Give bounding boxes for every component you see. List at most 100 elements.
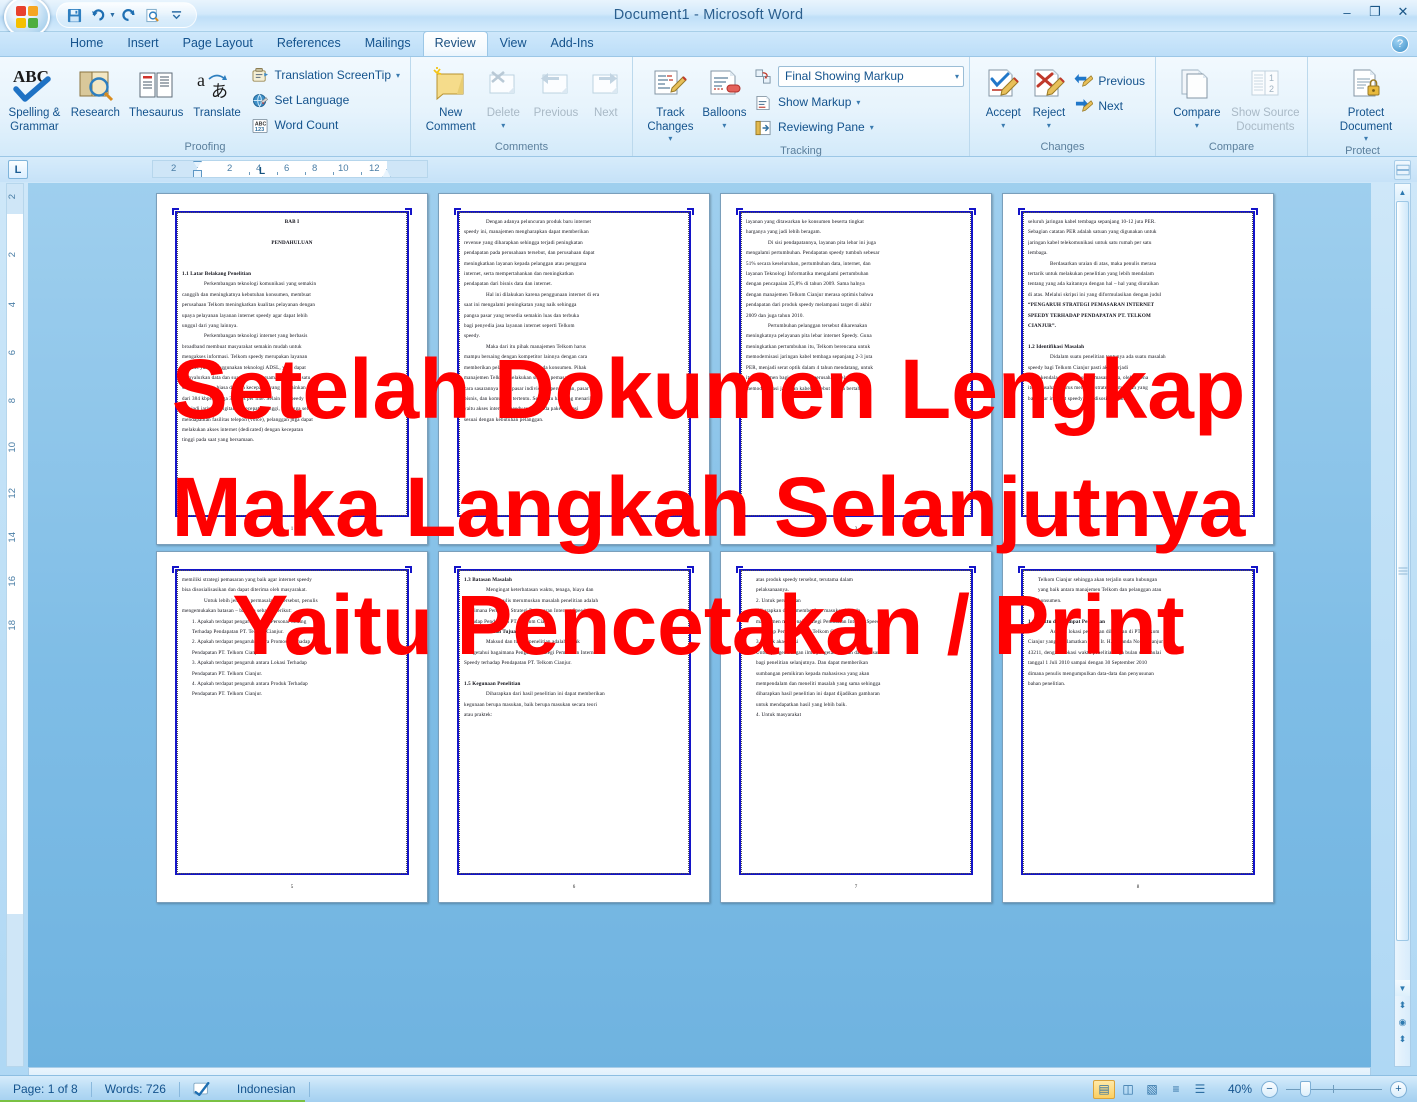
chevron-down-icon[interactable]: ▾	[1001, 121, 1005, 130]
chevron-down-icon[interactable]: ▾	[1195, 121, 1199, 130]
chevron-down-icon[interactable]: ▾	[870, 120, 874, 135]
accept-change-button[interactable]: Accept ▾	[981, 62, 1026, 132]
translate-button[interactable]: aあ Translate	[188, 62, 247, 122]
page-text: memiliki strategi pemasaran yang baik ag…	[182, 575, 402, 870]
vertical-scrollbar[interactable]: ▲ ▼ ⬍ ◉ ⬍	[1394, 183, 1411, 1067]
reject-change-icon	[1030, 64, 1068, 106]
show-source-documents-button[interactable]: 12 Show Source Documents	[1229, 62, 1302, 135]
document-line: Diharapkan dari hasil penelitian ini dap…	[486, 691, 605, 698]
next-change-button[interactable]: Next	[1072, 95, 1150, 118]
tab-page-layout[interactable]: Page Layout	[171, 31, 265, 56]
previous-comment-button[interactable]: Previous	[529, 62, 582, 122]
protect-document-button[interactable]: Protect Document ▾	[1323, 62, 1409, 145]
language-indicator[interactable]: Indonesian	[224, 1079, 309, 1099]
spelling-grammar-button[interactable]: ABC Spelling & Grammar	[5, 62, 64, 135]
chevron-down-icon[interactable]: ▾	[856, 95, 860, 110]
web-layout-view-button[interactable]: ▧	[1141, 1080, 1163, 1099]
display-for-review-row: Final Showing Markup ▾	[752, 64, 964, 89]
chevron-down-icon[interactable]: ▾	[501, 121, 505, 130]
tab-review[interactable]: Review	[422, 31, 488, 56]
restore-button[interactable]: ❐	[1367, 4, 1383, 20]
next-page-button[interactable]: ⬍	[1395, 1031, 1410, 1048]
next-comment-button[interactable]: Next	[585, 62, 627, 122]
draft-view-button[interactable]: ☰	[1189, 1080, 1211, 1099]
proofing-errors-button[interactable]	[180, 1079, 224, 1099]
print-layout-view-button[interactable]: ▤	[1093, 1079, 1115, 1099]
compare-button[interactable]: Compare ▾	[1167, 62, 1227, 132]
tab-insert[interactable]: Insert	[115, 31, 170, 56]
document-page[interactable]: layanan yang ditawarkan ke konsumen bese…	[720, 193, 992, 545]
document-page[interactable]: memiliki strategi pemasaran yang baik ag…	[156, 551, 428, 903]
vruler-page-area	[7, 214, 23, 914]
word-count-button[interactable]: ABC 123 Word Count	[249, 114, 406, 137]
chevron-down-icon[interactable]: ▾	[955, 69, 959, 84]
split-window-handle[interactable]	[1394, 160, 1411, 180]
help-icon[interactable]: ?	[1391, 35, 1409, 53]
zoom-level[interactable]: 40%	[1219, 1082, 1261, 1096]
tab-mailings[interactable]: Mailings	[353, 31, 423, 56]
document-line: bisa disosialisasikan dan dapat diterima…	[182, 587, 307, 594]
new-comment-button[interactable]: New Comment	[424, 62, 477, 135]
page-indicator[interactable]: Page: 1 of 8	[0, 1079, 91, 1099]
select-browse-object-button[interactable]: ◉	[1395, 1014, 1410, 1031]
zoom-slider-thumb[interactable]	[1300, 1080, 1311, 1097]
document-line: mempendalam dan meneliti masalah yang sa…	[756, 681, 881, 688]
delete-comment-button[interactable]: Delete ▾	[479, 62, 527, 132]
chevron-down-icon[interactable]: ▾	[1047, 121, 1051, 130]
document-page[interactable]: 1.3 Batasan Masalah Mengingat keterbatasa…	[438, 551, 710, 903]
full-screen-reading-view-button[interactable]: ◫	[1117, 1080, 1139, 1099]
document-page[interactable]: Telkom Cianjur sehingga akan terjalin su…	[1002, 551, 1274, 903]
translation-screentip-button[interactable]: Translation ScreenTip ▾	[249, 64, 406, 87]
document-page[interactable]: BAB I PENDAHULUAN 1.1 Latar Belakang Penel…	[156, 193, 428, 545]
document-line: 1.2 Identifikasi Masalah	[1028, 343, 1085, 350]
thesaurus-button[interactable]: Thesaurus	[127, 62, 186, 122]
zoom-in-button[interactable]: +	[1390, 1080, 1407, 1098]
chevron-down-icon[interactable]: ▾	[722, 121, 726, 130]
reject-change-label: Reject	[1032, 107, 1066, 119]
hanging-indent-marker[interactable]	[193, 170, 202, 177]
tab-stop-marker[interactable]: L	[259, 166, 265, 177]
zoom-out-button[interactable]: −	[1261, 1080, 1278, 1098]
vertical-ruler[interactable]: 2 2 4 6 8 10 12 14 16 18	[6, 183, 24, 1067]
word-count-indicator[interactable]: Words: 726	[92, 1079, 179, 1099]
close-button[interactable]: ✕	[1395, 4, 1411, 20]
set-language-button[interactable]: Set Language	[249, 89, 406, 112]
minimize-button[interactable]: –	[1339, 5, 1355, 20]
display-for-review-combo[interactable]: Final Showing Markup ▾	[778, 66, 964, 87]
reviewing-pane-icon	[754, 118, 773, 137]
document-page[interactable]: atas produk speedy tersebut, terutama da…	[720, 551, 992, 903]
document-line: Cianjur yang beralamatkan di Jl. Ir. H. …	[1028, 639, 1164, 646]
tab-references[interactable]: References	[265, 31, 353, 56]
document-page[interactable]: seluruh jaringan kabel tembaga sepanjang…	[1002, 193, 1274, 545]
scroll-down-arrow-icon[interactable]: ▼	[1395, 980, 1410, 996]
chevron-down-icon[interactable]: ▾	[396, 68, 400, 83]
document-line: saat ini mengalami peningkatan yang naik…	[464, 302, 577, 309]
tab-stop-selector[interactable]: L	[8, 160, 28, 179]
zoom-slider[interactable]	[1286, 1080, 1382, 1098]
track-changes-button[interactable]: Track Changes ▾	[644, 62, 697, 145]
document-line: diharapkan hasil penelitian ini dapat di…	[756, 691, 880, 698]
horizontal-ruler[interactable]: 2 2 4 6 8 10 12 L	[152, 160, 428, 178]
scroll-up-arrow-icon[interactable]: ▲	[1395, 184, 1410, 200]
chevron-down-icon[interactable]: ▾	[668, 134, 672, 143]
document-page[interactable]: Dengan adanya peluncuran produk baru int…	[438, 193, 710, 545]
document-line: speedy bagi Telkom Cianjur pasti akan te…	[1028, 364, 1129, 371]
spelling-grammar-label-line1: Spelling &	[8, 107, 61, 119]
reject-change-button[interactable]: Reject ▾	[1028, 62, 1071, 132]
vertical-scroll-thumb[interactable]	[1396, 201, 1409, 941]
tab-add-ins[interactable]: Add-Ins	[538, 31, 605, 56]
reviewing-pane-button[interactable]: Reviewing Pane ▾	[752, 116, 964, 139]
balloons-button[interactable]: Balloons ▾	[699, 62, 750, 132]
outline-view-button[interactable]: ≡	[1165, 1080, 1187, 1099]
tab-home[interactable]: Home	[58, 31, 115, 56]
chevron-down-icon[interactable]: ▾	[1364, 134, 1368, 143]
previous-change-button[interactable]: Previous	[1072, 70, 1150, 93]
previous-page-button[interactable]: ⬍	[1395, 997, 1410, 1014]
research-button[interactable]: Research	[66, 62, 125, 122]
tab-view[interactable]: View	[488, 31, 539, 56]
document-line: 3. Apakah terdapat pengaruh antara Lokas…	[192, 660, 307, 667]
document-line: Maksud dan tujuan penelitian adalah untu…	[486, 639, 580, 646]
document-canvas[interactable]: BAB I PENDAHULUAN 1.1 Latar Belakang Penel…	[28, 183, 1371, 1067]
document-line: Pendapatan PT. Telkom Cianjur.	[192, 691, 263, 698]
show-markup-button[interactable]: Show Markup ▾	[752, 91, 964, 114]
